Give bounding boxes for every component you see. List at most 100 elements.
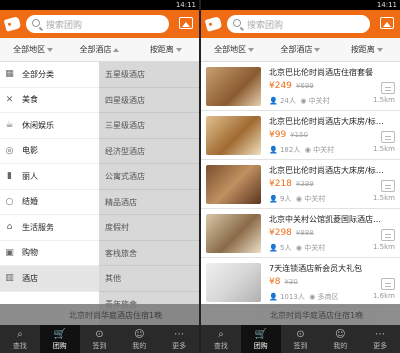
chevron-down-icon bbox=[175, 47, 182, 52]
list-item[interactable]: 北京巴比伦时尚酒店大床房/标… ¥99 ¥150 👤 182人 ◉ 中关村 1.5… bbox=[201, 111, 400, 160]
more-icon: ⋯ bbox=[375, 329, 386, 340]
item-title: 北京巴比伦时尚酒店大床房/标… bbox=[269, 117, 384, 126]
category-item-movie[interactable]: ◎ 电影 bbox=[0, 139, 99, 164]
tag-icon[interactable] bbox=[3, 16, 22, 32]
cart-icon: 🛒 bbox=[254, 329, 267, 340]
search-icon bbox=[32, 19, 40, 27]
people-icon: 👤 bbox=[269, 293, 278, 301]
bottom-nav: ⌕ 查找 🛒 团购 ⊙ 签到 ☺ 我的 ⋯ 更多 bbox=[201, 325, 400, 353]
subcategory-item[interactable]: 其他 bbox=[99, 266, 199, 292]
filter-region[interactable]: 全部地区 bbox=[201, 38, 267, 61]
nav-more[interactable]: ⋯ 更多 bbox=[159, 325, 199, 353]
people-count: 9人 bbox=[279, 195, 292, 203]
category-item-hotel[interactable]: ▥ 酒店 bbox=[0, 266, 99, 292]
list-item[interactable]: 北京中关村公馆凯菱国际酒店… ¥298 ¥888 👤 5人 ◉ 中关村 1.5km bbox=[201, 209, 400, 258]
lipstick-icon: ▮ bbox=[7, 171, 12, 182]
filter-category[interactable]: 全部酒店 bbox=[66, 38, 132, 61]
reserve-icon bbox=[381, 180, 395, 192]
nav-label: 团购 bbox=[253, 342, 268, 350]
nav-checkin[interactable]: ⊙ 签到 bbox=[281, 325, 321, 353]
filter-category-label: 全部酒店 bbox=[280, 45, 313, 54]
item-title: 7天连锁酒店新会员大礼包 bbox=[269, 264, 363, 273]
item-meta: 👤 182人 ◉ 中关村 bbox=[269, 145, 334, 155]
nav-label: 查找 bbox=[213, 342, 228, 350]
category-item-wedding[interactable]: ○ 结婚 bbox=[0, 190, 99, 215]
filter-sort[interactable]: 按距离 bbox=[334, 38, 400, 61]
film-icon: ◎ bbox=[5, 145, 14, 156]
location-icon: ◉ bbox=[309, 293, 316, 301]
reserve-icon bbox=[381, 278, 395, 290]
nav-label: 更多 bbox=[172, 342, 187, 350]
category-label: 结婚 bbox=[22, 197, 38, 207]
category-label: 购物 bbox=[22, 248, 38, 258]
utensils-icon: ✕ bbox=[5, 94, 14, 105]
list-item[interactable]: 北京巴比伦时尚酒店大床房/标… ¥218 ¥399 👤 9人 ◉ 中关村 1.5k… bbox=[201, 160, 400, 209]
filter-sort[interactable]: 按距离 bbox=[133, 38, 199, 61]
people-count: 5人 bbox=[279, 244, 292, 252]
status-bar: 14:11 bbox=[0, 0, 199, 10]
category-item-beauty[interactable]: ▮ 丽人 bbox=[0, 164, 99, 190]
subcategory-item[interactable]: 三星级酒店 bbox=[99, 113, 199, 139]
search-placeholder: 搜索团购 bbox=[247, 21, 284, 31]
reserve-icon bbox=[381, 82, 395, 94]
nav-mine[interactable]: ☺ 我的 bbox=[320, 325, 360, 353]
title-bar: 搜索团购 bbox=[0, 10, 199, 38]
filter-bar: 全部地区 全部酒店 按距离 bbox=[0, 38, 199, 62]
people-icon: 👤 bbox=[269, 195, 278, 203]
location-icon: ◉ bbox=[295, 244, 302, 252]
people-icon: 👤 bbox=[269, 244, 278, 252]
item-distance: 1.6km bbox=[372, 292, 395, 300]
subcategory-item[interactable]: 客栈旅舍 bbox=[99, 241, 199, 266]
nav-label: 我的 bbox=[333, 342, 348, 350]
hotel-room-image bbox=[206, 214, 261, 253]
subcategory-item[interactable]: 度假村 bbox=[99, 215, 199, 241]
price-original: ¥888 bbox=[295, 229, 314, 237]
search-input[interactable]: 搜索团购 bbox=[227, 15, 370, 33]
people-count: 24人 bbox=[279, 97, 296, 105]
price-original: ¥699 bbox=[295, 82, 314, 90]
subcategory-item[interactable]: 精品酒店 bbox=[99, 190, 199, 215]
category-item-shopping[interactable]: ▣ 购物 bbox=[0, 241, 99, 266]
tag-icon[interactable] bbox=[204, 16, 223, 32]
nav-groupbuy[interactable]: 🛒 团购 bbox=[240, 325, 281, 353]
category-item-food[interactable]: ✕ 美食 bbox=[0, 88, 99, 113]
price-current: ¥218 bbox=[269, 179, 292, 189]
subcategory-item[interactable]: 经济型酒店 bbox=[99, 139, 199, 164]
cart-icon: 🛒 bbox=[53, 329, 66, 340]
image-icon[interactable] bbox=[380, 17, 394, 29]
filter-region-label: 全部地区 bbox=[214, 45, 247, 54]
pin-icon: ⊙ bbox=[296, 329, 305, 340]
status-time: 14:11 bbox=[175, 1, 196, 9]
search-placeholder: 搜索团购 bbox=[46, 21, 83, 31]
nav-checkin[interactable]: ⊙ 签到 bbox=[80, 325, 120, 353]
category-item-all[interactable]: ▦ 全部分类 bbox=[0, 62, 99, 88]
category-item-services[interactable]: ⌂ 生活服务 bbox=[0, 215, 99, 241]
subcategory-list: 五星级酒店 四星级酒店 三星级酒店 经济型酒店 公寓式酒店 精品酒店 度假村 客… bbox=[99, 62, 199, 325]
filter-category[interactable]: 全部酒店 bbox=[267, 38, 333, 61]
subcategory-item[interactable]: 四星级酒店 bbox=[99, 88, 199, 113]
reserve-icon bbox=[381, 131, 395, 143]
item-price: ¥8 ¥30 bbox=[269, 277, 298, 287]
nav-search[interactable]: ⌕ 查找 bbox=[201, 325, 241, 353]
subcategory-item[interactable]: 公寓式酒店 bbox=[99, 164, 199, 190]
nav-more[interactable]: ⋯ 更多 bbox=[360, 325, 400, 353]
reserve-icon bbox=[381, 229, 395, 241]
nav-groupbuy[interactable]: 🛒 团购 bbox=[39, 325, 80, 353]
bottom-nav: ⌕ 查找 🛒 团购 ⊙ 签到 ☺ 我的 ⋯ 更多 bbox=[0, 325, 199, 353]
subcategory-item[interactable]: 五星级酒店 bbox=[99, 62, 199, 88]
list-item[interactable]: 北京巴比伦时尚酒店住宿套餐 ¥249 ¥699 👤 24人 ◉ 中关村 1.5km bbox=[201, 62, 400, 111]
list-item[interactable]: 7天连锁酒店新会员大礼包 ¥8 ¥30 👤 1013人 ◉ 多商区 1.6km bbox=[201, 258, 400, 307]
search-input[interactable]: 搜索团购 bbox=[26, 15, 169, 33]
image-icon[interactable] bbox=[179, 17, 193, 29]
status-bar: 14:11 bbox=[201, 0, 400, 10]
item-price: ¥99 ¥150 bbox=[269, 130, 308, 140]
nav-label: 更多 bbox=[373, 342, 388, 350]
item-meta: 👤 1013人 ◉ 多商区 bbox=[269, 292, 339, 302]
item-price: ¥218 ¥399 bbox=[269, 179, 314, 189]
nav-mine[interactable]: ☺ 我的 bbox=[119, 325, 159, 353]
filter-sort-label: 按距离 bbox=[149, 45, 174, 54]
category-item-leisure[interactable]: ☕ 休闲娱乐 bbox=[0, 113, 99, 139]
nav-search[interactable]: ⌕ 查找 bbox=[0, 325, 40, 353]
item-title: 北京巴比伦时尚酒店大床房/标… bbox=[269, 166, 384, 175]
filter-region[interactable]: 全部地区 bbox=[0, 38, 66, 61]
